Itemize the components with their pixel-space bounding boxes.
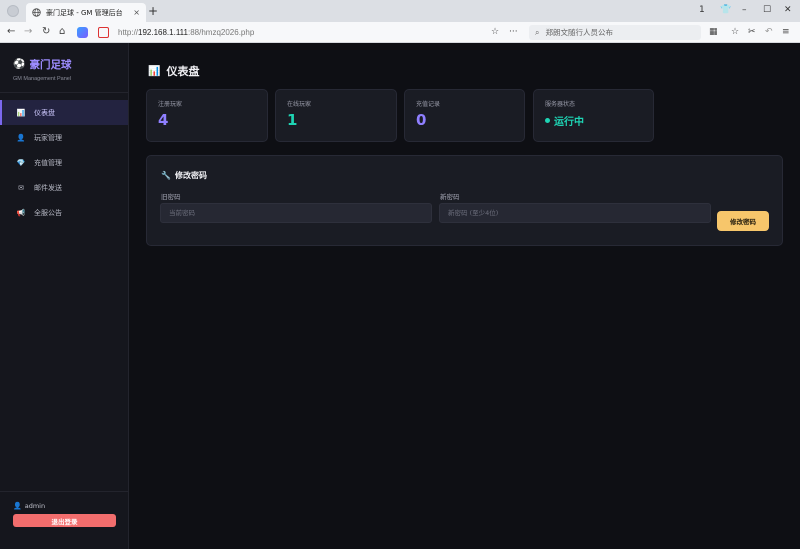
stat-label: 在线玩家 [287, 101, 312, 108]
old-password-label: 旧密码 [161, 193, 181, 201]
address-bar[interactable]: http://192.168.1.111:88/hmzq2026.php [98, 25, 522, 40]
browser-tab-bar: 豪门足球 - GM 管理后台 × + 1 👕 – ☐ ✕ [0, 0, 800, 22]
sidebar-nav: 📊 仪表盘 👤 玩家管理 💎 充值管理 ✉ 邮件发送 📢 全服公告 [0, 93, 128, 225]
user-icon: 👤 [16, 133, 26, 142]
undo-icon[interactable]: ↶ [765, 25, 773, 39]
change-password-panel: 🔧 修改密码 旧密码 新密码 修改密码 [146, 155, 783, 246]
reload-icon[interactable]: ↻ [42, 25, 50, 39]
stat-label: 服务器状态 [545, 101, 576, 108]
stat-card-online: 在线玩家 1 [275, 89, 397, 142]
brand-title: ⚽ 豪门足球 [13, 57, 128, 72]
user-icon: 👤 [13, 502, 22, 510]
stat-label: 充值记录 [416, 101, 441, 108]
brand-title-text: 豪门足球 [29, 59, 72, 71]
main-content: 📊 仪表盘 注册玩家 4 在线玩家 1 充值记录 0 服务器状态 运行中 🔧 修… [129, 43, 800, 549]
sidebar: ⚽ 豪门足球 GM Management Panel 📊 仪表盘 👤 玩家管理 … [0, 43, 129, 549]
stat-value: 0 [416, 111, 427, 129]
browser-nav-bar: ← → ↻ ⌂ http://192.168.1.111:88/hmzq2026… [0, 22, 800, 43]
gem-icon: 💎 [16, 158, 26, 167]
more-icon[interactable]: ··· [509, 25, 518, 39]
menu-icon[interactable]: ≡ [782, 25, 790, 39]
sidebar-item-mail[interactable]: ✉ 邮件发送 [0, 175, 128, 200]
sidebar-item-label: 玩家管理 [34, 133, 62, 142]
search-box[interactable]: ⌕ 郑朗文随行人员公布 [529, 25, 701, 40]
tab-title: 豪门足球 - GM 管理后台 [46, 8, 123, 17]
scissors-icon[interactable]: ✂ [748, 25, 756, 39]
status-dot-icon [545, 118, 550, 123]
page-title: 📊 仪表盘 [148, 63, 199, 79]
minimize-button[interactable]: – [742, 3, 747, 17]
ai-assistant-icon[interactable] [77, 27, 88, 38]
sidebar-item-label: 充值管理 [34, 158, 62, 167]
close-window-button[interactable]: ✕ [784, 3, 792, 17]
change-password-button[interactable]: 修改密码 [717, 211, 769, 231]
panel-title: 🔧 修改密码 [161, 170, 207, 181]
sidebar-item-label: 仪表盘 [34, 108, 55, 117]
maximize-button[interactable]: ☐ [763, 3, 771, 17]
logout-button[interactable]: 退出登录 [13, 514, 116, 527]
stat-label: 注册玩家 [158, 101, 183, 108]
apps-grid-icon[interactable]: ▦ [709, 25, 718, 39]
sidebar-item-label: 全服公告 [34, 208, 62, 217]
stat-card-recharge: 充值记录 0 [404, 89, 525, 142]
stat-value: 4 [158, 111, 169, 129]
globe-icon [32, 8, 41, 17]
old-password-input[interactable] [160, 203, 432, 223]
browser-tab[interactable]: 豪门足球 - GM 管理后台 × [26, 3, 146, 22]
username: admin [24, 502, 46, 510]
new-tab-button[interactable]: + [148, 4, 158, 18]
browser-logo-icon[interactable] [7, 5, 19, 17]
new-password-input[interactable] [439, 203, 711, 223]
stat-card-registered: 注册玩家 4 [146, 89, 268, 142]
new-password-label: 新密码 [440, 193, 460, 201]
sidebar-item-label: 邮件发送 [34, 183, 62, 192]
current-user: 👤 admin [13, 502, 45, 510]
brand: ⚽ 豪门足球 GM Management Panel [0, 43, 128, 93]
search-text: 郑朗文随行人员公布 [545, 28, 613, 37]
tshirt-icon[interactable]: 👕 [720, 3, 731, 17]
home-icon[interactable]: ⌂ [59, 25, 65, 39]
site-security-icon[interactable] [98, 27, 109, 38]
wrench-icon: 🔧 [161, 171, 171, 180]
chart-icon: 📊 [148, 65, 161, 77]
sidebar-footer: 👤 admin 退出登录 [0, 491, 128, 549]
search-icon: ⌕ [535, 27, 540, 37]
stat-value: 1 [287, 111, 298, 129]
page-title-text: 仪表盘 [166, 65, 200, 78]
sidebar-item-dashboard[interactable]: 📊 仪表盘 [0, 100, 128, 125]
url-text[interactable]: http://192.168.1.111:88/hmzq2026.php [118, 28, 254, 37]
bookmarks-icon[interactable]: ☆ [731, 25, 739, 39]
brand-subtitle: GM Management Panel [13, 76, 72, 82]
mail-icon: ✉ [18, 183, 24, 192]
bookmark-star-icon[interactable]: ☆ [491, 25, 499, 39]
server-status: 运行中 [545, 113, 653, 128]
stat-value: 运行中 [554, 117, 584, 128]
reader-mode-icon[interactable]: 1 [699, 3, 705, 17]
chart-icon: 📊 [16, 108, 26, 117]
sidebar-item-announcement[interactable]: 📢 全服公告 [0, 200, 128, 225]
tab-close-icon[interactable]: × [133, 8, 140, 17]
soccer-ball-icon: ⚽ [13, 59, 26, 70]
megaphone-icon: 📢 [16, 208, 26, 217]
stat-card-server-status: 服务器状态 运行中 [533, 89, 654, 142]
panel-title-text: 修改密码 [174, 171, 207, 180]
back-icon[interactable]: ← [7, 25, 15, 39]
sidebar-item-players[interactable]: 👤 玩家管理 [0, 125, 128, 150]
forward-icon[interactable]: → [24, 25, 32, 39]
sidebar-item-recharge[interactable]: 💎 充值管理 [0, 150, 128, 175]
